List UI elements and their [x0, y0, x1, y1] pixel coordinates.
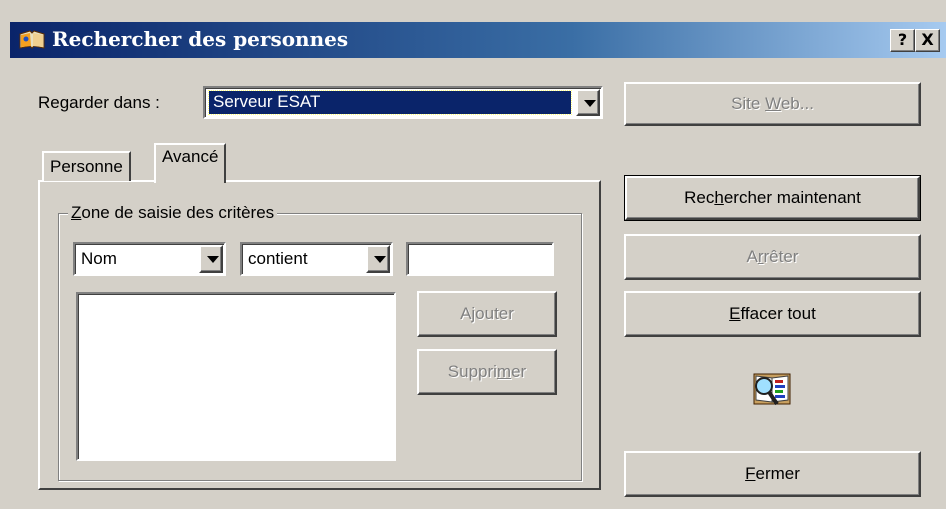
look-in-value: Serveur ESAT: [213, 92, 321, 111]
close-label: Fermer: [745, 464, 800, 483]
stop-label: Arrêter: [746, 247, 799, 266]
search-people-dialog: Rechercher des personnes ? X Regarder da…: [0, 0, 946, 509]
condition-value: contient: [248, 249, 308, 268]
window-title: Rechercher des personnes: [52, 27, 349, 51]
criteria-list[interactable]: [76, 292, 396, 461]
close-window-button[interactable]: X: [915, 29, 940, 52]
address-book-icon: [19, 30, 45, 49]
field-select[interactable]: Nom: [73, 242, 226, 276]
tab-advanced[interactable]: Avancé: [154, 143, 227, 183]
search-now-button[interactable]: Rechercher maintenant: [624, 175, 921, 221]
website-label: Site Web...: [731, 94, 814, 113]
website-button[interactable]: Site Web...: [624, 82, 921, 126]
chevron-down-icon: [207, 256, 219, 263]
remove-label: Supprimer: [447, 362, 527, 381]
search-now-label: Rechercher maintenant: [684, 188, 861, 207]
condition-select[interactable]: contient: [240, 242, 393, 276]
chevron-down-icon: [374, 256, 386, 263]
clear-all-label: Effacer tout: [729, 304, 816, 323]
look-in-label: Regarder dans :: [38, 93, 160, 112]
criteria-group-title: Zone de saisie des critères: [68, 203, 278, 223]
look-in-select[interactable]: Serveur ESAT: [203, 86, 603, 119]
remove-criteria-button[interactable]: Supprimer: [417, 349, 557, 395]
chevron-down-icon: [584, 100, 596, 107]
look-in-dropdown-button[interactable]: [576, 89, 600, 116]
criteria-text-input[interactable]: [406, 242, 554, 276]
field-dropdown-button[interactable]: [199, 245, 223, 273]
help-button[interactable]: ?: [890, 29, 915, 52]
clear-all-button[interactable]: Effacer tout: [624, 291, 921, 337]
condition-dropdown-button[interactable]: [366, 245, 390, 273]
field-value: Nom: [81, 249, 117, 268]
search-book-icon: [753, 373, 791, 406]
close-button[interactable]: Fermer: [624, 451, 921, 497]
title-bar[interactable]: Rechercher des personnes ? X: [10, 22, 946, 58]
stop-button[interactable]: Arrêter: [624, 234, 921, 280]
add-criteria-button[interactable]: Ajouter: [417, 291, 557, 337]
tab-person[interactable]: Personne: [42, 151, 131, 181]
